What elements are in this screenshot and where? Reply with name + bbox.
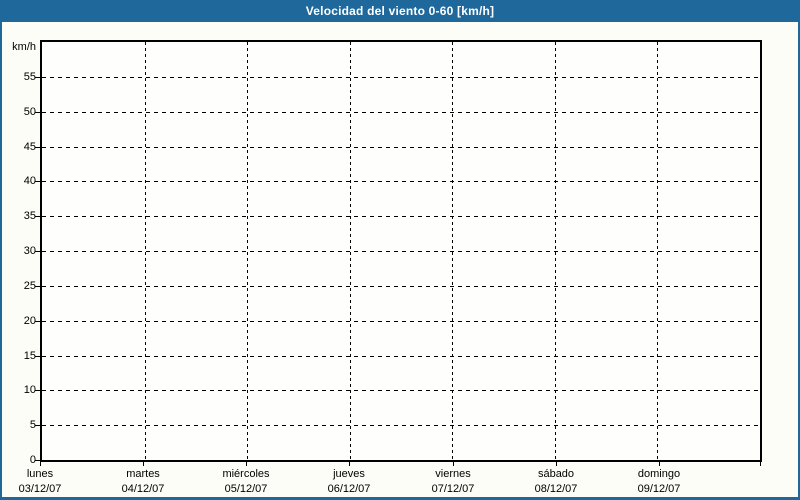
x-axis-day-name: jueves [333, 468, 365, 480]
x-axis-day-name: miércoles [222, 468, 270, 480]
y-tick-mark [35, 251, 40, 252]
y-tick-label: 5 [29, 419, 36, 431]
y-tick-mark [35, 112, 40, 113]
x-axis-day-name: martes [126, 468, 160, 480]
x-axis-date: 09/12/07 [637, 483, 681, 495]
gridline-vertical [452, 42, 453, 460]
x-tick-mark [659, 462, 660, 466]
gridline-horizontal [42, 425, 760, 426]
y-tick-label: 45 [23, 141, 36, 153]
x-axis-label: miércoles 05/12/07 [194, 467, 298, 497]
y-tick-label: 20 [23, 315, 36, 327]
x-axis-date: 03/12/07 [18, 483, 62, 495]
x-tick-mark [556, 462, 557, 466]
x-axis-label: sábado 08/12/07 [504, 467, 608, 497]
gridline-horizontal [42, 390, 760, 391]
x-tick-mark [40, 462, 41, 466]
gridline-horizontal [42, 321, 760, 322]
gridline-horizontal [42, 112, 760, 113]
y-tick-label: 35 [23, 210, 36, 222]
gridline-vertical [145, 42, 146, 460]
x-axis-day-name: lunes [26, 468, 54, 480]
y-tick-mark [35, 460, 40, 461]
gridline-horizontal [42, 286, 760, 287]
y-tick-label: 15 [23, 350, 36, 362]
gridline-vertical [657, 42, 658, 460]
y-tick-mark [35, 77, 40, 78]
gridline-horizontal [42, 216, 760, 217]
chart-title: Velocidad del viento 0-60 [km/h] [305, 4, 495, 18]
y-tick-mark [35, 425, 40, 426]
y-tick-mark [35, 356, 40, 357]
y-tick-label: 10 [23, 384, 36, 396]
x-axis-label: martes 04/12/07 [91, 467, 195, 497]
y-tick-mark [35, 181, 40, 182]
y-tick-label: 55 [23, 71, 36, 83]
x-axis-day-name: domingo [637, 468, 681, 480]
x-axis-date: 08/12/07 [534, 483, 578, 495]
y-tick-mark [35, 321, 40, 322]
gridline-horizontal [42, 356, 760, 357]
y-axis-unit-label: km/h [12, 41, 36, 53]
x-tick-mark [349, 462, 350, 466]
y-tick-label: 50 [23, 106, 36, 118]
x-tick-mark [453, 462, 454, 466]
gridline-horizontal [42, 147, 760, 148]
x-axis-date: 07/12/07 [431, 483, 475, 495]
y-tick-label: 30 [23, 245, 36, 257]
x-axis-label: domingo 09/12/07 [607, 467, 711, 497]
x-axis-label: lunes 03/12/07 [0, 467, 92, 497]
title-bar: Velocidad del viento 0-60 [km/h] [0, 0, 800, 22]
x-axis-day-name: viernes [435, 468, 471, 480]
y-tick-mark [35, 147, 40, 148]
x-axis-date: 05/12/07 [224, 483, 268, 495]
gridline-vertical [350, 42, 351, 460]
gridline-vertical [555, 42, 556, 460]
y-tick-mark [35, 216, 40, 217]
x-axis-date: 06/12/07 [327, 483, 371, 495]
gridline-horizontal [42, 251, 760, 252]
x-tick-mark [143, 462, 144, 466]
x-tick-mark [760, 462, 761, 466]
y-tick-label: 0 [29, 454, 36, 466]
gridline-horizontal [42, 77, 760, 78]
gridline-vertical [247, 42, 248, 460]
chart-window: Velocidad del viento 0-60 [km/h] km/h 05… [0, 0, 800, 500]
x-axis-date: 04/12/07 [121, 483, 165, 495]
x-axis-label: jueves 06/12/07 [297, 467, 401, 497]
y-tick-label: 40 [23, 175, 36, 187]
plot-area [40, 40, 762, 462]
y-tick-mark [35, 390, 40, 391]
x-tick-mark [246, 462, 247, 466]
x-axis-day-name: sábado [537, 468, 575, 480]
y-tick-label: 25 [23, 280, 36, 292]
y-tick-mark [35, 286, 40, 287]
gridline-horizontal [42, 181, 760, 182]
x-axis-label: viernes 07/12/07 [401, 467, 505, 497]
